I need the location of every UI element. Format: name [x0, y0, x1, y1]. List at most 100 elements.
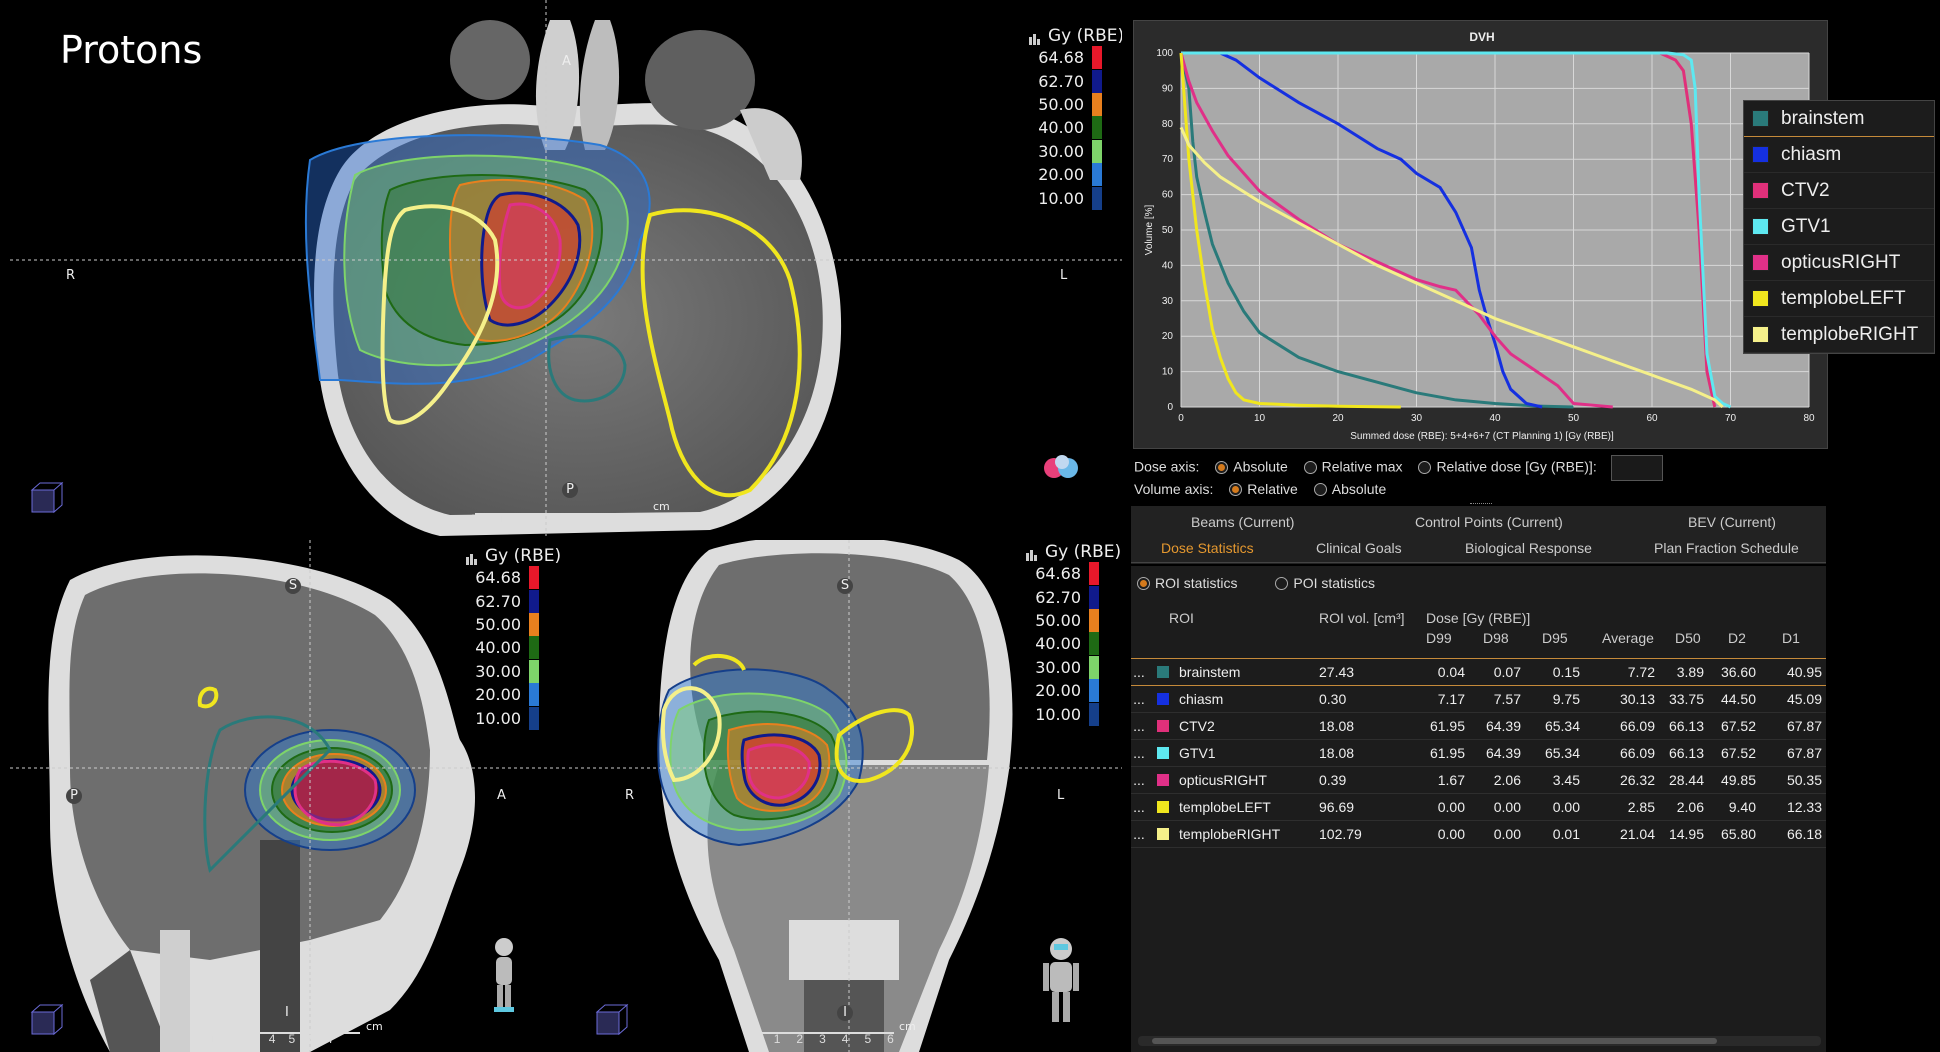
- roi-name-cell: templobeRIGHT: [1147, 820, 1309, 848]
- dose-value-cell: 40.95: [1760, 658, 1826, 686]
- dose-axis-absolute-radio[interactable]: [1215, 460, 1229, 474]
- ruler-tick: 5: [288, 1032, 296, 1046]
- row-menu-button[interactable]: ...: [1131, 766, 1147, 794]
- dose-value-cell: 0.00: [1469, 820, 1525, 848]
- dose-axis-relative-dose-radio[interactable]: [1418, 460, 1432, 474]
- roi-legend-item[interactable]: templobeRIGHT: [1744, 317, 1934, 353]
- roi-color-swatch: [1752, 290, 1769, 307]
- ruler-tick: 7: [327, 1032, 335, 1046]
- dvh-y-tick-label: 0: [1167, 402, 1173, 413]
- tab-dose-statistics[interactable]: Dose Statistics: [1161, 540, 1254, 556]
- table-row[interactable]: ... chiasm 0.30 7.17 7.57 9.75 30.13 33.75 44.50…: [1131, 685, 1826, 713]
- dvh-title: DVH: [1469, 30, 1494, 44]
- axial-view[interactable]: Protons A R L P 0 1 2 3 4 5 cm Gy (RBE) …: [10, 0, 1122, 536]
- horizontal-scrollbar[interactable]: [1138, 1036, 1821, 1046]
- row-menu-button[interactable]: ...: [1131, 793, 1147, 821]
- dvh-y-tick-label: 40: [1162, 260, 1174, 271]
- tab-beams-current[interactable]: Beams (Current): [1191, 514, 1294, 530]
- dvh-chart: DVH 0 10 20 30 40 50 60 70 80 0 10 20 30 40 50 60 70 80 90…: [1144, 30, 1815, 442]
- roi-color-swatch: [1157, 666, 1169, 679]
- sagittal-view[interactable]: S P A I 0 1 2 3 4 5 6 7 cm Gy (RBE) 64.6…: [10, 540, 565, 1052]
- dose-value-cell: 26.32: [1584, 766, 1659, 794]
- relative-dose-input[interactable]: [1610, 455, 1663, 481]
- roi-legend-item[interactable]: CTV2: [1744, 173, 1934, 209]
- tab-biological-response[interactable]: Biological Response: [1465, 540, 1592, 556]
- ruler-tick: 2: [796, 1032, 804, 1046]
- roi-legend-item[interactable]: GTV1: [1744, 209, 1934, 245]
- row-menu-button[interactable]: ...: [1131, 739, 1147, 767]
- roi-name-cell: templobeLEFT: [1147, 793, 1309, 821]
- orientation-label-bottom: I: [837, 1005, 853, 1021]
- roi-legend-label: CTV2: [1781, 179, 1830, 201]
- dose-legend-row: 30.00: [1025, 655, 1121, 679]
- table-row[interactable]: ... CTV2 18.08 61.95 64.39 65.34 66.09 66.13 67.…: [1131, 712, 1826, 740]
- row-menu-button[interactable]: ...: [1131, 820, 1147, 848]
- orientation-label-left: P: [66, 788, 82, 804]
- 3d-cube-icon[interactable]: [24, 478, 64, 518]
- table-row[interactable]: ... opticusRIGHT 0.39 1.67 2.06 3.45 26.32 28.4…: [1131, 766, 1826, 794]
- row-menu-button[interactable]: ...: [1131, 658, 1147, 686]
- orientation-figure-icon[interactable]: [1040, 448, 1084, 488]
- ruler-tick: 0: [190, 1032, 197, 1046]
- roi-legend-item[interactable]: opticusRIGHT: [1744, 245, 1934, 281]
- scrollbar-thumb[interactable]: [1152, 1038, 1717, 1044]
- coronal-view[interactable]: S R L I 0 1 2 3 4 5 6 cm Gy (RBE) 64.68 6…: [569, 540, 1122, 1052]
- dvh-y-tick-label: 70: [1162, 154, 1174, 165]
- dose-value-cell: 66.13: [1659, 712, 1708, 740]
- dvh-x-tick-label: 40: [1489, 413, 1501, 424]
- dose-value-cell: 45.09: [1760, 685, 1826, 713]
- dose-level-swatch: [1092, 46, 1102, 70]
- col-header-dose[interactable]: D95: [1542, 630, 1568, 646]
- col-header-dose[interactable]: D2: [1728, 630, 1746, 646]
- dvh-chart-panel[interactable]: DVH 0 10 20 30 40 50 60 70 80 0 10 20 30 40 50 60 70 80 90…: [1133, 20, 1828, 449]
- col-header-dose[interactable]: Average: [1602, 630, 1654, 646]
- dose-level-swatch: [1092, 92, 1102, 116]
- row-menu-button[interactable]: ...: [1131, 685, 1147, 713]
- volume-axis-relative-radio[interactable]: [1229, 482, 1243, 496]
- roi-legend-item[interactable]: chiasm: [1744, 137, 1934, 173]
- tab-clinical-goals[interactable]: Clinical Goals: [1316, 540, 1402, 556]
- col-header-roi[interactable]: ROI: [1169, 610, 1194, 626]
- 3d-cube-icon[interactable]: [24, 1000, 64, 1040]
- col-header-dose[interactable]: D99: [1426, 630, 1452, 646]
- dose-level-swatch: [1089, 679, 1099, 703]
- 3d-cube-icon[interactable]: [589, 1000, 629, 1040]
- orientation-figure-icon[interactable]: [484, 935, 524, 1015]
- roi-legend-item[interactable]: templobeLEFT: [1744, 281, 1934, 317]
- dose-value-cell: 64.39: [1469, 712, 1525, 740]
- dose-legend-unit: Gy (RBE): [1048, 26, 1122, 46]
- orientation-label-bottom: P: [562, 482, 578, 498]
- tab-control-points-current[interactable]: Control Points (Current): [1415, 514, 1563, 530]
- col-header-dose[interactable]: D98: [1483, 630, 1509, 646]
- tab-plan-fraction-schedule[interactable]: Plan Fraction Schedule: [1654, 540, 1799, 556]
- dose-value-cell: 65.80: [1708, 820, 1760, 848]
- row-menu-button[interactable]: ...: [1131, 712, 1147, 740]
- table-row[interactable]: ... templobeLEFT 96.69 0.00 0.00 0.00 2.85 2.06…: [1131, 793, 1826, 821]
- roi-legend-item[interactable]: brainstem: [1744, 101, 1934, 137]
- tab-bev-current[interactable]: BEV (Current): [1688, 514, 1776, 530]
- dose-legend: Gy (RBE) 64.68 62.70 50.00 40.00 30.00 20.00 1…: [465, 546, 561, 730]
- ruler-labels: 0 1 2 3 4 5 6: [751, 1032, 894, 1046]
- roi-name: brainstem: [1179, 663, 1241, 680]
- col-header-dose[interactable]: D1: [1782, 630, 1800, 646]
- dose-value-cell: 0.00: [1525, 793, 1584, 821]
- dose-level-value: 64.68: [475, 568, 521, 588]
- col-header-roi-volume[interactable]: ROI vol. [cm³]: [1319, 610, 1405, 626]
- roi-statistics-radio[interactable]: [1137, 576, 1150, 590]
- volume-axis-absolute-radio[interactable]: [1313, 482, 1327, 496]
- dose-statistics-table: ROI ROI vol. [cm³] Dose [Gy (RBE)] D99 D9…: [1131, 600, 1826, 1052]
- dvh-y-tick-label: 100: [1156, 48, 1173, 59]
- roi-name-cell: brainstem: [1147, 658, 1309, 686]
- table-row[interactable]: ... GTV1 18.08 61.95 64.39 65.34 66.09 66.13 67.…: [1131, 739, 1826, 767]
- dose-value-cell: 0.00: [1413, 820, 1469, 848]
- table-row[interactable]: ... templobeRIGHT 102.79 0.00 0.00 0.01 21.04 1…: [1131, 820, 1826, 848]
- dose-axis-absolute-label: Absolute: [1233, 458, 1288, 475]
- orientation-figure-icon[interactable]: [1039, 935, 1083, 1035]
- dvh-x-tick-label: 30: [1411, 413, 1423, 424]
- col-header-dose[interactable]: D50: [1675, 630, 1701, 646]
- table-row[interactable]: ... brainstem 27.43 0.04 0.07 0.15 7.72 3.89 36.…: [1131, 658, 1826, 686]
- dose-legend-row: 50.00: [1025, 608, 1121, 632]
- dose-value-cell: 33.75: [1659, 685, 1708, 713]
- dose-axis-relative-max-radio[interactable]: [1303, 460, 1317, 474]
- poi-statistics-radio[interactable]: [1275, 576, 1289, 590]
